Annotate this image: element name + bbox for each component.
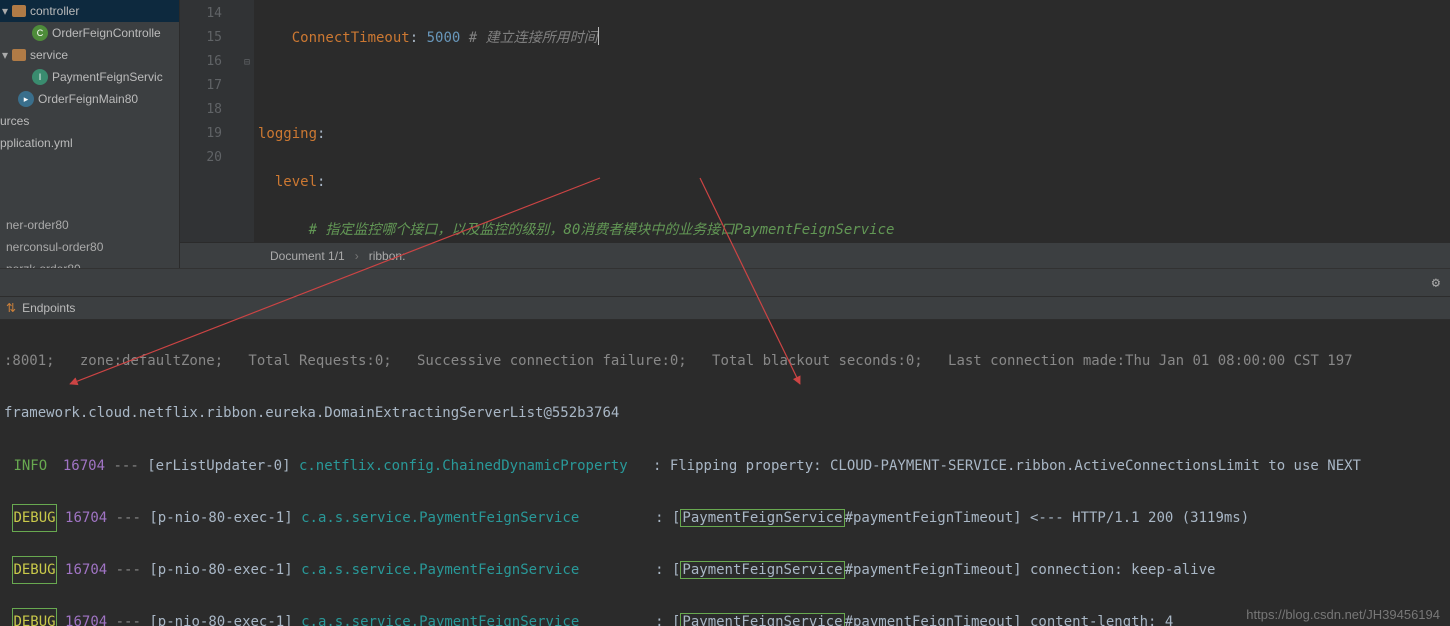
tree-file-controller-class[interactable]: C OrderFeignControlle xyxy=(0,22,179,44)
yaml-comment: # 建立连接所用时间 xyxy=(460,30,597,46)
log-level-info: INFO xyxy=(12,452,54,480)
class-icon: C xyxy=(32,25,48,41)
tree-module[interactable]: nerconsul-order80 xyxy=(0,236,179,258)
yaml-key: logging xyxy=(258,126,317,142)
breadcrumb-item[interactable]: ribbon: xyxy=(369,249,406,263)
log-level-debug: DEBUG xyxy=(12,608,56,626)
tree-folder-resources[interactable]: urces xyxy=(0,110,179,132)
text-caret xyxy=(598,27,599,45)
tree-label: PaymentFeignServic xyxy=(52,70,163,84)
endpoints-label: Endpoints xyxy=(22,301,75,315)
tree-label: urces xyxy=(0,114,29,128)
tree-label: service xyxy=(30,48,68,62)
tree-label: OrderFeignControlle xyxy=(52,26,161,40)
code-editor[interactable]: 141516 171819 20 ⊟ ConnectTimeout: 5000 … xyxy=(180,0,1450,242)
tree-file-yml[interactable]: pplication.yml xyxy=(0,132,179,154)
editor-pane: 141516 171819 20 ⊟ ConnectTimeout: 5000 … xyxy=(180,0,1450,268)
chevron-down-icon: ▾ xyxy=(2,48,12,62)
yaml-key: level xyxy=(275,174,317,190)
yaml-comment: # 指定监控哪个接口，以及监控的级别，80消费者模块中的业务接口PaymentF… xyxy=(309,222,895,238)
log-row: DEBUG 16704 --- [p-nio-80-exec-1] c.a.s.… xyxy=(4,608,1446,626)
chevron-down-icon: ▾ xyxy=(2,4,12,18)
tree-label: OrderFeignMain80 xyxy=(38,92,138,106)
log-level-debug: DEBUG xyxy=(12,556,56,584)
endpoints-icon: ⇅ xyxy=(6,301,16,315)
watermark: https://blog.csdn.net/JH39456194 xyxy=(1246,607,1440,622)
yaml-key: ConnectTimeout xyxy=(292,30,410,46)
project-tree[interactable]: ▾ controller C OrderFeignControlle ▾ ser… xyxy=(0,0,180,268)
ide-root: ▾ controller C OrderFeignControlle ▾ ser… xyxy=(0,0,1450,626)
folder-icon xyxy=(12,49,26,61)
log-level-debug: DEBUG xyxy=(12,504,56,532)
chevron-right-icon: › xyxy=(355,249,359,263)
tree-file-service-interface[interactable]: I PaymentFeignServic xyxy=(0,66,179,88)
logger-name: c.netflix.config.ChainedDynamicProperty xyxy=(299,458,628,474)
tree-label: pplication.yml xyxy=(0,136,73,150)
tree-folder-controller[interactable]: ▾ controller xyxy=(0,0,179,22)
tree-label: ner-order80 xyxy=(6,218,69,232)
gear-icon[interactable]: ⚙ xyxy=(1432,275,1440,291)
service-name-box: PaymentFeignService xyxy=(680,509,844,527)
folder-icon xyxy=(12,5,26,17)
interface-icon: I xyxy=(32,69,48,85)
log-row: DEBUG 16704 --- [p-nio-80-exec-1] c.a.s.… xyxy=(4,504,1446,530)
tree-module[interactable]: nerzk-order80 xyxy=(0,258,179,268)
tree-file-main[interactable]: ▸ OrderFeignMain80 xyxy=(0,88,179,110)
main-class-icon: ▸ xyxy=(18,91,34,107)
tree-label: controller xyxy=(30,4,79,18)
code-content[interactable]: ConnectTimeout: 5000 # 建立连接所用时间 logging:… xyxy=(254,0,1450,242)
yaml-value: 5000 xyxy=(427,30,461,46)
top-pane: ▾ controller C OrderFeignControlle ▾ ser… xyxy=(0,0,1450,268)
console-output[interactable]: :8001; zone:defaultZone; Total Requests:… xyxy=(0,320,1450,626)
fold-gutter: ⊟ xyxy=(240,0,254,242)
fold-handle-icon[interactable]: ⊟ xyxy=(240,50,254,74)
tree-module[interactable]: ner-order80 xyxy=(0,214,179,236)
breadcrumb-item[interactable]: Document 1/1 xyxy=(270,249,345,263)
line-number-gutter: 141516 171819 20 xyxy=(180,0,240,242)
log-row: DEBUG 16704 --- [p-nio-80-exec-1] c.a.s.… xyxy=(4,556,1446,582)
editor-breadcrumb[interactable]: Document 1/1 › ribbon: xyxy=(180,242,1450,268)
tree-label: nerconsul-order80 xyxy=(6,240,103,254)
console-toolbar: ⚙ xyxy=(0,268,1450,296)
tree-folder-service[interactable]: ▾ service xyxy=(0,44,179,66)
endpoints-tab-bar[interactable]: ⇅ Endpoints xyxy=(0,296,1450,320)
